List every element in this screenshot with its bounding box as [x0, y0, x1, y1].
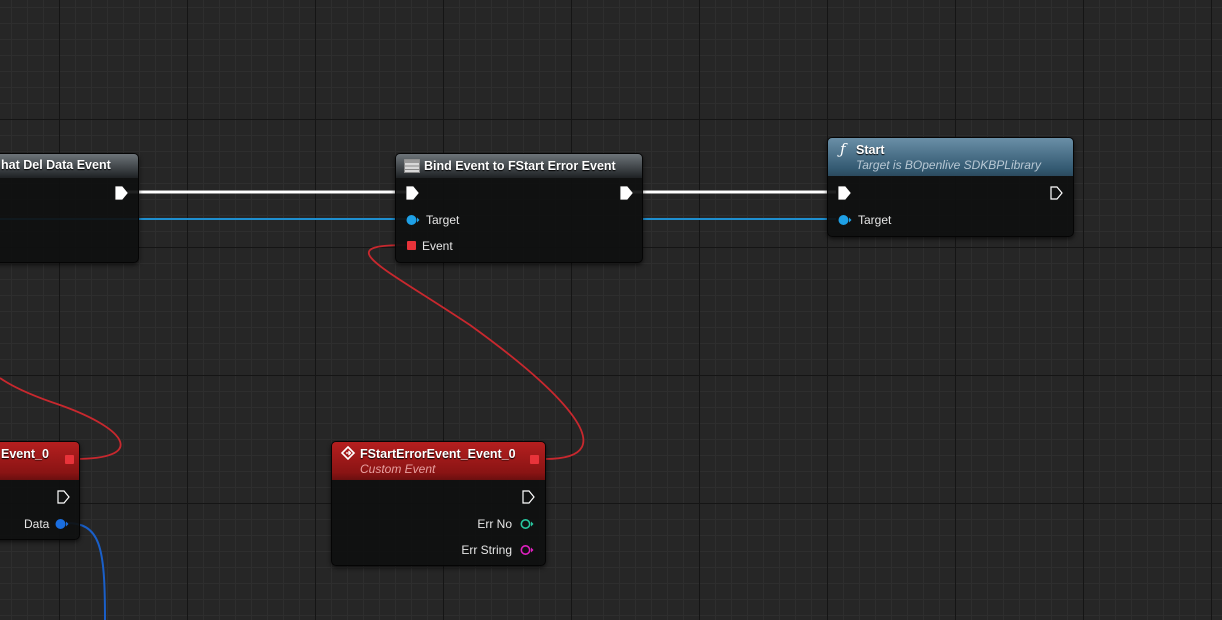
exec-out-pin[interactable]	[1050, 186, 1063, 200]
function-f-icon: ƒ	[840, 140, 846, 158]
target-pin-label: Target	[858, 213, 892, 227]
target-pin[interactable]	[406, 214, 420, 226]
err-no-pin[interactable]	[520, 518, 534, 530]
node-title: Bind Event to FStart Error Event	[424, 159, 616, 173]
data-pin[interactable]	[55, 518, 69, 530]
exec-out-pin[interactable]	[57, 490, 70, 504]
exec-out-pin[interactable]	[522, 490, 535, 504]
bind-event-node[interactable]: Bind Event to FStart Error Event Target …	[395, 153, 643, 263]
err-no-label: Err No	[477, 517, 512, 531]
node-header: FStartErrorEvent_Event_0 Custom Event	[332, 442, 545, 480]
event-delegate-pin[interactable]	[530, 455, 539, 464]
event-diamond-icon	[341, 446, 356, 460]
event-pin-label: Event	[422, 239, 453, 253]
exec-in-pin[interactable]	[838, 186, 851, 200]
node-header: Event_0	[0, 442, 79, 480]
node-title: Event_0	[1, 447, 49, 461]
node-title: Start	[856, 143, 885, 157]
node-header: hat Del Data Event	[0, 154, 138, 178]
node-subtitle: Custom Event	[360, 462, 436, 476]
node-subtitle: Target is BOpenlive SDKBPLibrary	[856, 158, 1041, 172]
target-pin-label: Target	[426, 213, 460, 227]
exec-out-pin[interactable]	[620, 186, 633, 200]
err-string-label: Err String	[461, 543, 512, 557]
start-function-node[interactable]: ƒ Start Target is BOpenlive SDKBPLibrary…	[827, 137, 1074, 237]
wire-layer	[0, 190, 836, 620]
data-pin-label: Data	[24, 517, 50, 531]
event-delegate-pin[interactable]	[65, 455, 74, 464]
delegate-wire-start-error[interactable]	[368, 244, 585, 460]
node-table-icon	[404, 159, 420, 173]
node-title: FStartErrorEvent_Event_0	[360, 447, 516, 461]
node-title: hat Del Data Event	[1, 158, 111, 172]
chat-bind-event-node[interactable]: hat Del Data Event	[0, 153, 139, 263]
node-header: ƒ Start Target is BOpenlive SDKBPLibrary	[828, 138, 1073, 176]
exec-out-pin[interactable]	[115, 186, 128, 200]
event-delegate-pin[interactable]	[407, 241, 416, 250]
chat-event-node[interactable]: Event_0 Data	[0, 441, 80, 540]
target-pin[interactable]	[838, 214, 852, 226]
err-string-pin[interactable]	[520, 544, 534, 556]
node-header: Bind Event to FStart Error Event	[396, 154, 642, 178]
exec-in-pin[interactable]	[406, 186, 419, 200]
start-error-event-node[interactable]: FStartErrorEvent_Event_0 Custom Event Er…	[331, 441, 546, 566]
